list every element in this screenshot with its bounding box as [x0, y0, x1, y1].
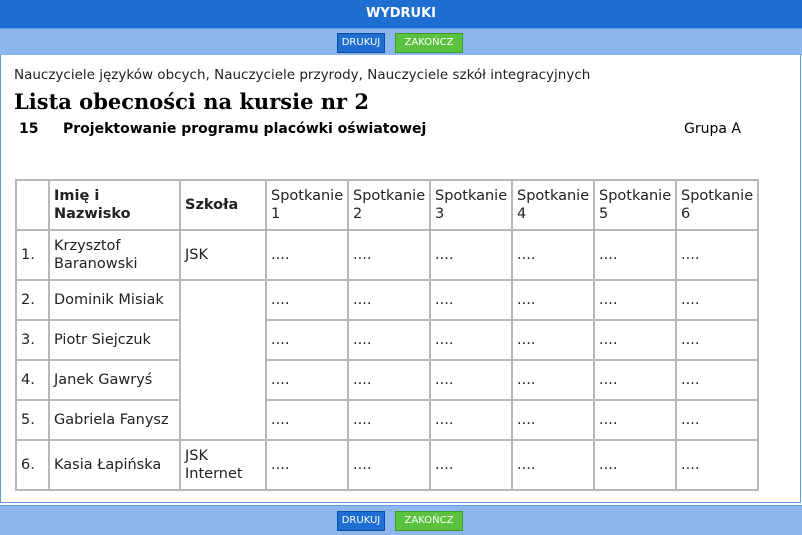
meeting-1-header: Spotkanie 1 — [265, 179, 349, 231]
attendance-cell: .... — [347, 319, 431, 361]
participant-name: Piotr Siejczuk — [48, 319, 181, 361]
attendance-cell: .... — [593, 229, 677, 281]
attendance-cell: .... — [675, 359, 759, 401]
meeting-5-header: Spotkanie 5 — [593, 179, 677, 231]
table-row: 4. Janek Gawryś .... .... .... .... ....… — [15, 359, 759, 401]
attendance-cell: .... — [429, 399, 513, 441]
attendance-cell: .... — [593, 279, 677, 321]
school-header: Szkoła — [179, 179, 267, 231]
table-header-row: Imię i Nazwisko Szkoła Spotkanie 1 Spotk… — [15, 179, 759, 231]
attendance-cell: .... — [511, 439, 595, 491]
attendance-cell: .... — [265, 319, 349, 361]
course-name: Projektowanie programu placówki oświatow… — [63, 121, 427, 137]
participant-name: Krzysztof Baranowski — [48, 229, 181, 281]
table-row: 6. Kasia Łapińska JSK Internet .... ....… — [15, 439, 759, 491]
print-button-bottom[interactable]: DRUKUJ — [337, 511, 385, 531]
attendance-cell: .... — [429, 279, 513, 321]
attendance-cell: .... — [347, 439, 431, 491]
row-number: 6. — [15, 439, 50, 491]
attendance-cell: .... — [429, 359, 513, 401]
attendance-cell: .... — [265, 359, 349, 401]
attendance-cell: .... — [593, 319, 677, 361]
top-toolbar: DRUKUJ ZAKOŃCZ — [0, 28, 802, 55]
page-title: Lista obecności na kursie nr 2 — [14, 89, 369, 114]
attendance-cell: .... — [511, 229, 595, 281]
meeting-3-header: Spotkanie 3 — [429, 179, 513, 231]
group-label: Grupa A — [684, 121, 741, 137]
attendance-cell: .... — [593, 439, 677, 491]
print-preview: Nauczyciele języków obcych, Nauczyciele … — [0, 55, 801, 503]
attendance-cell: .... — [347, 279, 431, 321]
row-number: 1. — [15, 229, 50, 281]
attendance-cell: .... — [265, 279, 349, 321]
bottom-toolbar: DRUKUJ ZAKOŃCZ — [0, 505, 802, 535]
attendance-cell: .... — [675, 279, 759, 321]
table-row: 3. Piotr Siejczuk .... .... .... .... ..… — [15, 319, 759, 361]
attendance-cell: .... — [429, 439, 513, 491]
attendance-cell: .... — [511, 279, 595, 321]
attendance-cell: .... — [347, 399, 431, 441]
participant-name: Janek Gawryś — [48, 359, 181, 401]
attendance-cell: .... — [429, 319, 513, 361]
row-number: 2. — [15, 279, 50, 321]
meeting-4-header: Spotkanie 4 — [511, 179, 595, 231]
attendance-cell: .... — [675, 439, 759, 491]
close-button[interactable]: ZAKOŃCZ — [395, 33, 463, 53]
participant-name: Gabriela Fanysz — [48, 399, 181, 441]
participant-name: Dominik Misiak — [48, 279, 181, 321]
school-cell — [179, 279, 267, 441]
table-row: 5. Gabriela Fanysz .... .... .... .... .… — [15, 399, 759, 441]
attendance-cell: .... — [265, 399, 349, 441]
participant-name: Kasia Łapińska — [48, 439, 181, 491]
attendance-cell: .... — [347, 229, 431, 281]
course-number: 15 — [19, 121, 39, 137]
table-row: 2. Dominik Misiak .... .... .... .... ..… — [15, 279, 759, 441]
participant-groups: Nauczyciele języków obcych, Nauczyciele … — [14, 67, 591, 83]
attendance-cell: .... — [593, 399, 677, 441]
meeting-6-header: Spotkanie 6 — [675, 179, 759, 231]
number-header — [15, 179, 50, 231]
row-number: 4. — [15, 359, 50, 401]
school-cell: JSK Internet — [179, 439, 267, 491]
table-row: 1. Krzysztof Baranowski JSK .... .... ..… — [15, 229, 759, 281]
row-number: 3. — [15, 319, 50, 361]
print-button[interactable]: DRUKUJ — [337, 33, 385, 53]
meeting-2-header: Spotkanie 2 — [347, 179, 431, 231]
school-cell: JSK — [179, 229, 267, 281]
attendance-cell: .... — [265, 229, 349, 281]
attendance-table: Imię i Nazwisko Szkoła Spotkanie 1 Spotk… — [15, 179, 759, 491]
attendance-cell: .... — [511, 319, 595, 361]
attendance-cell: .... — [675, 319, 759, 361]
attendance-cell: .... — [511, 359, 595, 401]
attendance-cell: .... — [347, 359, 431, 401]
attendance-cell: .... — [675, 229, 759, 281]
attendance-cell: .... — [675, 399, 759, 441]
attendance-cell: .... — [511, 399, 595, 441]
name-header: Imię i Nazwisko — [48, 179, 181, 231]
row-number: 5. — [15, 399, 50, 441]
attendance-cell: .... — [429, 229, 513, 281]
close-button-bottom[interactable]: ZAKOŃCZ — [395, 511, 463, 531]
attendance-cell: .... — [593, 359, 677, 401]
window-title: WYDRUKI — [0, 0, 802, 28]
attendance-cell: .... — [265, 439, 349, 491]
